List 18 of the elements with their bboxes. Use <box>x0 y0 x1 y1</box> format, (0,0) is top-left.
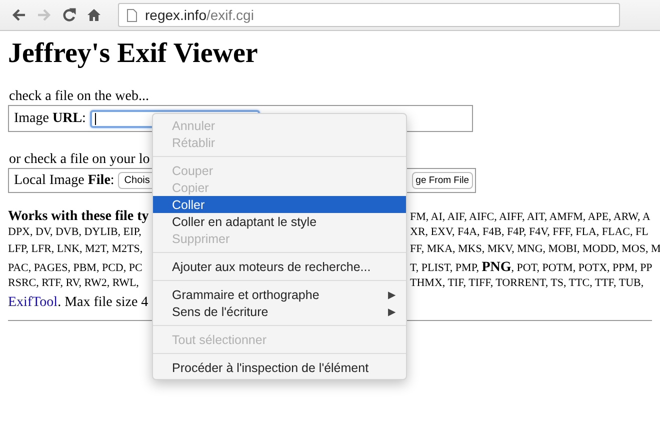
max-size-text: . Max file size 4 <box>58 295 148 310</box>
file-label: Local Image File: <box>14 172 114 188</box>
file-types-text: T, PLIST, PMP, PNG, POT, POTM, POTX, PPM, PP <box>410 260 652 276</box>
submenu-arrow-icon: ▶ <box>388 306 396 318</box>
file-types-text: RSRC, RTF, RV, RW2, RWL, <box>8 277 139 289</box>
file-types-text: PAC, PAGES, PBM, PCD, PC <box>8 262 142 274</box>
url-label: Image URL: <box>14 110 86 126</box>
page-title: Jeffrey's Exif Viewer <box>8 37 259 71</box>
web-label: check a file on the web... <box>9 89 150 105</box>
file-types-text: FM, AI, AIF, AIFC, AIFF, AIT, AMFM, APE, ARW, A <box>410 211 650 223</box>
submenu-arrow-icon: ▶ <box>388 288 396 300</box>
file-types-text: THMX, TIF, TIFF, TORRENT, TS, TTC, TTF, TUB, <box>410 277 644 289</box>
file-types-text: DPX, DV, DVB, DYLIB, EIP, <box>8 226 142 238</box>
file-types-text: FF, MKA, MKS, MKV, MNG, MOBI, MODD, MOS, M <box>410 243 660 255</box>
file-types-heading: Works with these file ty <box>8 209 149 224</box>
local-label: or check a file on your lo <box>9 152 151 168</box>
file-types-text: XR, EXV, F4A, F4B, F4P, F4V, FFF, FLA, FLAC, FL <box>410 226 648 238</box>
file-types-text: LFP, LFR, LNK, M2T, M2TS, <box>8 243 143 255</box>
